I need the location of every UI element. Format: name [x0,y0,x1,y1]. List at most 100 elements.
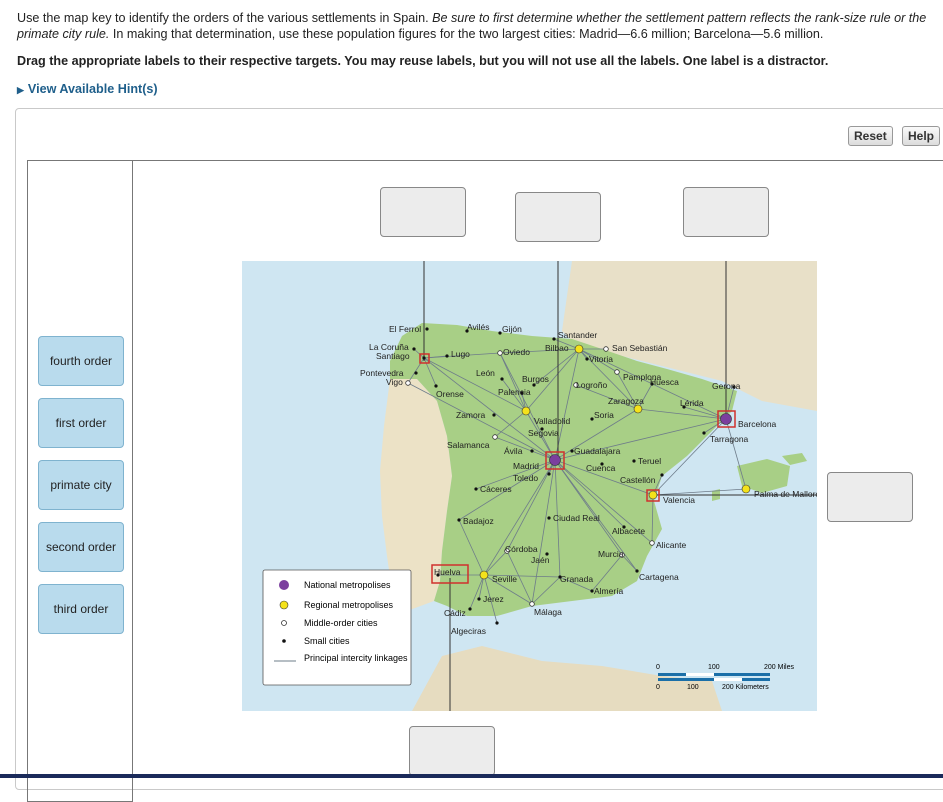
scale-label: 0 [656,684,660,691]
city-label-castellon: Castellón [620,475,656,485]
scale-label: 100 [687,684,699,691]
label-second-order[interactable]: second order [38,522,124,572]
city-marker-pamplona [614,369,620,375]
city-label-santander: Santander [558,330,597,340]
reset-button[interactable]: Reset [848,126,893,146]
city-marker-palma [741,484,751,494]
city-label-albacete: Albacete [612,526,645,536]
drop-target-5[interactable] [409,726,495,776]
label-first-order[interactable]: first order [38,398,124,448]
scale-miles-gap [686,673,714,676]
national-metropolis-symbol [279,580,289,590]
city-label-oviedo: Oviedo [503,347,530,357]
view-hints-link[interactable]: ▶ View Available Hint(s) [17,82,158,96]
city-marker-san-sebastian [603,346,609,352]
city-marker-toledo [547,472,551,476]
city-label-granada: Granada [560,574,593,584]
scale-label: 100 [708,664,720,671]
drop-target-4[interactable] [827,472,913,522]
city-label-toledo: Toledo [513,473,538,483]
city-label-salamanca: Salamanca [447,440,490,450]
city-marker-malaga [529,601,535,607]
city-label-almeria: Almería [594,586,624,596]
city-label-alicante: Alicante [656,540,687,550]
scale-km-gap [714,678,742,681]
scale-label: 200 Kilometers [722,684,769,691]
drop-target-2[interactable] [515,192,601,242]
city-label-lugo: Lugo [451,349,470,359]
expand-triangle-icon: ▶ [17,85,24,95]
city-label-ciudad-real: Ciudad Real [553,513,600,523]
drop-target-3[interactable] [683,187,769,237]
city-label-soria: Soria [594,410,614,420]
city-marker-orense [434,384,438,388]
regional-metropolis-symbol [279,600,289,610]
help-button[interactable]: Help [902,126,941,146]
city-marker-el-ferrol [425,327,429,331]
city-label-san-sebastian: San Sebastián [612,343,668,353]
city-marker-cadiz [468,607,472,611]
legend-middle: Middle-order cities [304,618,378,628]
spain-map: El Ferrol Avilés GijónSantanderLa CoruñaSa… [242,261,817,711]
city-label-gerona: Gerona [712,381,741,391]
city-marker-valladolid [521,406,531,416]
drop-target-1[interactable] [380,187,466,237]
city-label-huesca: Huesca [650,377,679,387]
city-label-aviles: Avilés [467,322,490,332]
city-label-guadalajara: Guadalajara [574,446,621,456]
city-label-bilbao: Bilbao [545,343,569,353]
city-label-segovia: Segovia [528,428,559,438]
city-marker-valencia [648,490,658,500]
city-marker-zamora [492,413,496,417]
city-label-seville: Seville [492,574,517,584]
question-part1: Use the map key to identify the orders o… [17,11,429,25]
city-marker-la-coruna [412,347,416,351]
city-marker-seville [479,570,489,580]
city-marker-ciudad-real [547,516,551,520]
city-marker-avila [530,449,534,453]
city-marker-alicante [649,540,655,546]
label-third-order[interactable]: third order [38,584,124,634]
city-label-vitoria: Vitoria [589,354,613,364]
city-marker-madrid [549,454,561,466]
city-label-caceres: Cáceres [480,484,512,494]
city-label-teruel: Teruel [638,456,661,466]
scale-label: 200 Miles [764,664,794,671]
city-label-algeciras: Algeciras [451,626,486,636]
city-label-jaen: Jaén [531,555,550,565]
question-part3: In making that determination, use these … [112,27,824,41]
city-label-valencia: Valencia [663,495,695,505]
city-label-cordoba: Córdoba [505,544,538,554]
city-label-barcelona: Barcelona [738,419,777,429]
city-label-valladolid: Valladolid [534,416,571,426]
city-marker-oviedo [497,350,503,356]
city-label-malaga: Málaga [534,607,562,617]
city-marker-tarragona [702,431,706,435]
city-label-leon: León [476,368,495,378]
city-label-gijon: Gijón [502,324,522,334]
hint-link-label: View Available Hint(s) [27,82,158,96]
question-text: Use the map key to identify the orders o… [17,10,927,42]
city-marker-castellon [660,473,664,477]
city-label-badajoz: Badajoz [463,516,494,526]
legend-linkages: Principal intercity linkages [304,653,408,663]
city-marker-santiago [422,356,426,360]
city-label-huelva: Huelva [434,567,461,577]
small-city-symbol [282,639,286,643]
city-label-palma: Palma de Mallorca [754,489,817,499]
legend-national: National metropolises [304,580,391,590]
city-label-cuenca: Cuenca [586,463,616,473]
city-label-tarragona: Tarragona [710,434,749,444]
city-label-zaragoza: Zaragoza [608,396,644,406]
city-marker-caceres [474,487,478,491]
city-label-zamora: Zamora [456,410,486,420]
label-primate-city[interactable]: primate city [38,460,124,510]
city-marker-badajoz [457,518,461,522]
city-marker-salamanca [492,434,498,440]
city-label-lerida: Lérida [680,398,704,408]
city-marker-jerez [477,597,481,601]
legend-small: Small cities [304,636,350,646]
label-fourth-order[interactable]: fourth order [38,336,124,386]
city-label-cadiz: Cádiz [444,608,466,618]
city-marker-santander [552,337,556,341]
